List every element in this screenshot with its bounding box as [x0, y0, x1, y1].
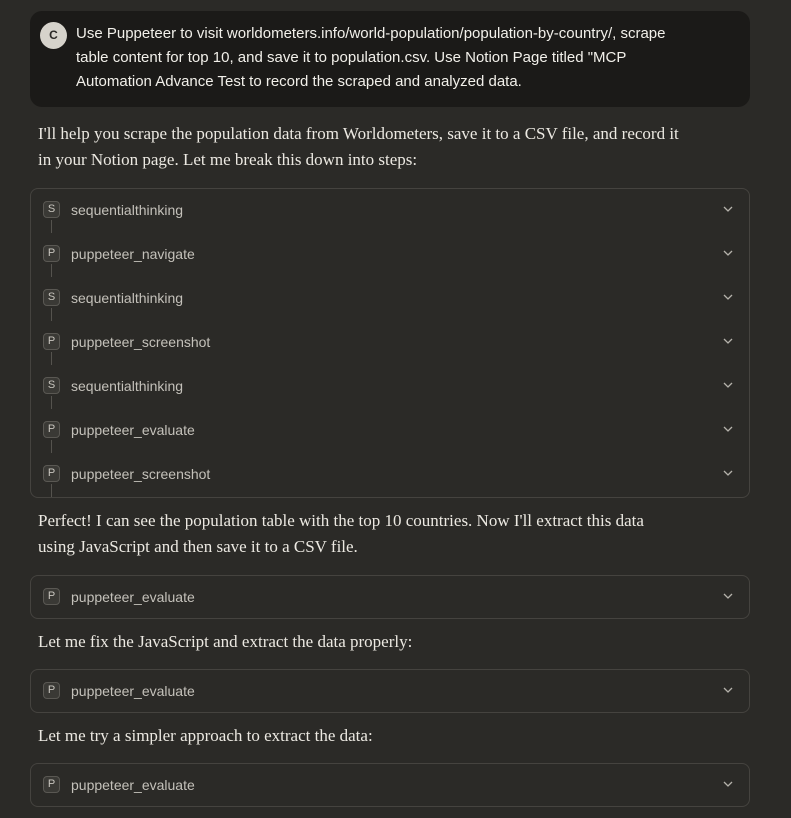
- chevron-down-icon[interactable]: [723, 685, 733, 695]
- tool-badge: P: [43, 333, 60, 350]
- chevron-down-icon[interactable]: [723, 336, 733, 346]
- assistant-text-2: Perfect! I can see the population table …: [38, 511, 644, 556]
- tool-name: puppeteer_screenshot: [71, 466, 211, 482]
- tool-badge: P: [43, 245, 60, 262]
- tool-call-row[interactable]: P puppeteer_evaluate: [31, 575, 749, 619]
- tool-call-row[interactable]: Ssequentialthinking: [31, 364, 749, 408]
- tool-badge: P: [43, 465, 60, 482]
- assistant-intro-text: I'll help you scrape the population data…: [38, 124, 679, 169]
- tool-name: puppeteer_evaluate: [71, 422, 195, 438]
- tool-name: puppeteer_evaluate: [71, 777, 195, 793]
- tool-badge: P: [43, 682, 60, 699]
- assistant-text-3: Let me fix the JavaScript and extract th…: [38, 632, 413, 651]
- tool-badge: S: [43, 289, 60, 306]
- tool-call-row[interactable]: Ssequentialthinking: [31, 276, 749, 320]
- user-avatar[interactable]: C: [40, 22, 67, 49]
- tool-badge: S: [43, 377, 60, 394]
- user-message: C Use Puppeteer to visit worldometers.in…: [30, 11, 750, 107]
- user-message-text: Use Puppeteer to visit worldometers.info…: [76, 25, 666, 90]
- chevron-down-icon[interactable]: [723, 468, 733, 478]
- tool-call-row[interactable]: P puppeteer_evaluate: [31, 669, 749, 713]
- tool-call-row[interactable]: Ppuppeteer_navigate: [31, 232, 749, 276]
- tool-call-row[interactable]: Ssequentialthinking: [31, 188, 749, 232]
- chevron-down-icon[interactable]: [723, 248, 733, 258]
- tool-name: puppeteer_evaluate: [71, 589, 195, 605]
- tool-call-group: Ssequentialthinking Ppuppeteer_navigate Ss…: [30, 188, 750, 498]
- chevron-down-icon[interactable]: [723, 380, 733, 390]
- tool-badge: S: [43, 201, 60, 218]
- tool-call-row[interactable]: Ppuppeteer_evaluate: [31, 408, 749, 452]
- chevron-down-icon[interactable]: [723, 779, 733, 789]
- tool-name: sequentialthinking: [71, 378, 184, 394]
- chevron-down-icon[interactable]: [723, 591, 733, 601]
- chevron-down-icon[interactable]: [723, 424, 733, 434]
- tool-call-row[interactable]: Ppuppeteer_screenshot: [31, 320, 749, 364]
- tool-call-block: P puppeteer_evaluate: [30, 669, 750, 713]
- tool-name: sequentialthinking: [71, 202, 184, 218]
- tool-badge: P: [43, 776, 60, 793]
- tool-badge: P: [43, 588, 60, 605]
- tool-call-row[interactable]: P puppeteer_evaluate: [31, 763, 749, 807]
- tool-name: puppeteer_navigate: [71, 246, 195, 262]
- chevron-down-icon[interactable]: [723, 204, 733, 214]
- tool-call-row[interactable]: Ppuppeteer_screenshot: [31, 452, 749, 496]
- tool-name: puppeteer_evaluate: [71, 683, 195, 699]
- chevron-down-icon[interactable]: [723, 292, 733, 302]
- tool-call-block: P puppeteer_evaluate: [30, 575, 750, 619]
- tool-name: sequentialthinking: [71, 290, 184, 306]
- tool-badge: P: [43, 421, 60, 438]
- tool-call-block: P puppeteer_evaluate: [30, 763, 750, 807]
- assistant-text-4: Let me try a simpler approach to extract…: [38, 726, 373, 745]
- tool-name: puppeteer_screenshot: [71, 334, 211, 350]
